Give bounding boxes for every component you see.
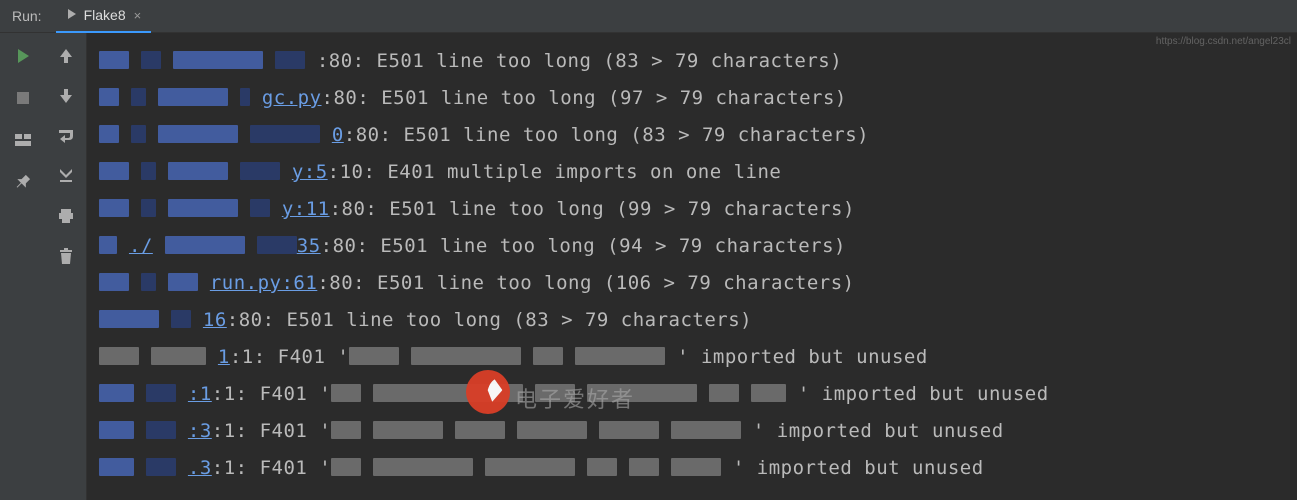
- file-link[interactable]: ./: [129, 235, 153, 257]
- console-line: 16:80: E501 line too long (83 > 79 chara…: [99, 302, 1285, 339]
- print-icon[interactable]: [57, 207, 75, 225]
- up-arrow-icon[interactable]: [57, 47, 75, 65]
- lint-message: E501 line too long (99 > 79 characters): [377, 198, 855, 220]
- down-arrow-icon[interactable]: [57, 87, 75, 105]
- file-link[interactable]: gc.py: [262, 87, 322, 109]
- line-col: :80:: [321, 235, 369, 257]
- lint-message: E501 line too long (106 > 79 characters): [365, 272, 855, 294]
- line-col: :80:: [317, 50, 365, 72]
- file-link[interactable]: y:5: [292, 161, 328, 183]
- trash-icon[interactable]: [57, 247, 75, 265]
- lint-message: F401 ': [248, 383, 332, 405]
- console-output[interactable]: :80: E501 line too long (83 > 79 charact…: [87, 33, 1297, 500]
- lint-message: ' imported but unused: [733, 457, 984, 479]
- line-col: :1:: [212, 383, 248, 405]
- tab-flake8[interactable]: Flake8 ×: [56, 0, 152, 33]
- watermark-logo: [466, 370, 510, 414]
- watermark-url: https://blog.csdn.net/angel23cl: [1156, 36, 1291, 47]
- tab-label: Flake8: [84, 7, 126, 23]
- secondary-toolbar: [45, 33, 87, 500]
- file-link[interactable]: :1: [188, 383, 212, 405]
- lint-message: E501 line too long (83 > 79 characters): [392, 124, 870, 146]
- file-link[interactable]: :3: [188, 420, 212, 442]
- console-line: 0:80: E501 line too long (83 > 79 charac…: [99, 117, 1285, 154]
- console-line: y:5:10: E401 multiple imports on one lin…: [99, 154, 1285, 191]
- console-line: gc.py:80: E501 line too long (97 > 79 ch…: [99, 80, 1285, 117]
- watermark-text: 电子爱好者: [515, 382, 635, 414]
- pin-icon[interactable]: [14, 173, 32, 191]
- line-col: :80:: [227, 309, 275, 331]
- lint-message: ' imported but unused: [677, 346, 928, 368]
- rerun-icon[interactable]: [14, 47, 32, 65]
- lint-message: F401 ': [266, 346, 350, 368]
- lint-message: E501 line too long (83 > 79 characters): [275, 309, 753, 331]
- line-col: :80:: [344, 124, 392, 146]
- file-link[interactable]: run.py:61: [210, 272, 317, 294]
- file-link[interactable]: 16: [203, 309, 227, 331]
- lint-message: ' imported but unused: [753, 420, 1004, 442]
- console-line: :1:1: F401 ' ' imported but unused: [99, 376, 1285, 413]
- file-link[interactable]: 35: [297, 235, 321, 257]
- run-tool-body: :80: E501 line too long (83 > 79 charact…: [0, 33, 1297, 500]
- line-col: :80:: [322, 87, 370, 109]
- line-col: :80:: [317, 272, 365, 294]
- lint-message: F401 ': [248, 420, 332, 442]
- run-tool-header: Run: Flake8 ×: [0, 0, 1297, 33]
- lint-message: F401 ': [248, 457, 332, 479]
- file-link[interactable]: y:11: [282, 198, 330, 220]
- line-col: :1:: [212, 420, 248, 442]
- console-line: run.py:61:80: E501 line too long (106 > …: [99, 265, 1285, 302]
- console-line: .3:1: F401 ' ' imported but unused: [99, 450, 1285, 487]
- lint-message: E401 multiple imports on one line: [375, 161, 781, 183]
- line-col: :10:: [328, 161, 376, 183]
- console-line: 1:1: F401 ' ' imported but unused: [99, 339, 1285, 376]
- lint-message: ' imported but unused: [798, 383, 1049, 405]
- file-link[interactable]: 1: [218, 346, 230, 368]
- lint-message: E501 line too long (94 > 79 characters): [368, 235, 846, 257]
- console-line: :3:1: F401 ' ' imported but unused: [99, 413, 1285, 450]
- console-line: y:11:80: E501 line too long (99 > 79 cha…: [99, 191, 1285, 228]
- primary-toolbar: [0, 33, 45, 500]
- line-col: :1:: [230, 346, 266, 368]
- softwrap-icon[interactable]: [57, 127, 75, 145]
- lint-message: E501 line too long (97 > 79 characters): [369, 87, 847, 109]
- file-link[interactable]: 0: [332, 124, 344, 146]
- console-line: ./ 35:80: E501 line too long (94 > 79 ch…: [99, 228, 1285, 265]
- layout-icon[interactable]: [14, 131, 32, 149]
- line-col: :1:: [212, 457, 248, 479]
- lint-message: E501 line too long (83 > 79 characters): [365, 50, 843, 72]
- stop-icon[interactable]: [14, 89, 32, 107]
- line-col: :80:: [330, 198, 378, 220]
- console-line: :80: E501 line too long (83 > 79 charact…: [99, 43, 1285, 80]
- play-icon: [66, 7, 78, 23]
- scroll-to-end-icon[interactable]: [57, 167, 75, 185]
- close-icon[interactable]: ×: [134, 8, 142, 23]
- file-link[interactable]: .3: [188, 457, 212, 479]
- run-label: Run:: [12, 8, 42, 24]
